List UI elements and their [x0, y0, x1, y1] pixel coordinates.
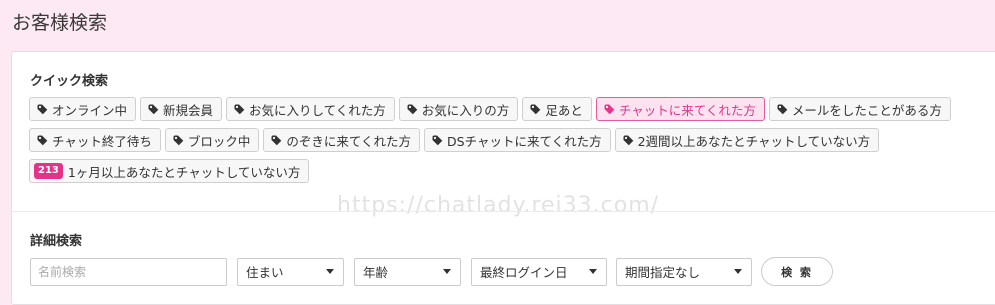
- period-select-label: 期間指定なし: [625, 265, 701, 280]
- quick-search-chip-label: お気に入りしてくれた方: [249, 102, 386, 118]
- period-select[interactable]: 期間指定なし: [616, 257, 752, 286]
- tag-icon: [432, 135, 443, 146]
- caret-down-icon: [589, 269, 597, 274]
- quick-search-chip-label: 1ヶ月以上あなたとチャットしていない方: [67, 164, 301, 180]
- age-select[interactable]: 年齢: [354, 257, 461, 286]
- tag-icon: [604, 104, 615, 115]
- tag-icon: [407, 104, 418, 115]
- quick-search-chip-label: チャット終了待ち: [52, 133, 152, 149]
- quick-search-chip[interactable]: ブロック中: [164, 128, 260, 152]
- quick-search-chip-label: のぞきに来てくれた方: [286, 133, 412, 149]
- detail-search-title: 詳細検索: [30, 234, 83, 249]
- quick-search-chip[interactable]: お気に入りの方: [398, 97, 519, 121]
- last-login-select[interactable]: 最終ログイン日: [471, 257, 607, 286]
- detail-search-form: 住まい 年齢 最終ログイン日 期間指定なし 検 索: [30, 257, 833, 286]
- tag-icon: [234, 104, 245, 115]
- quick-search-chip-label: お気に入りの方: [421, 102, 510, 118]
- tag-icon: [37, 104, 48, 115]
- quick-search-chip[interactable]: 足あと: [522, 97, 592, 121]
- quick-search-chip[interactable]: お気に入りしてくれた方: [226, 97, 395, 121]
- quick-search-chip[interactable]: 2週間以上あなたとチャットしていない方: [614, 128, 880, 152]
- search-button[interactable]: 検 索: [761, 257, 833, 286]
- quick-search-chip[interactable]: チャットに来てくれた方: [595, 97, 765, 121]
- name-search-input[interactable]: [30, 257, 227, 286]
- quick-search-chip-label: DSチャットに来てくれた方: [447, 133, 602, 149]
- quick-search-chip-label: チャットに来てくれた方: [618, 102, 756, 118]
- quick-search-chip[interactable]: DSチャットに来てくれた方: [424, 128, 611, 152]
- quick-search-chips: オンライン中 新規会員 お気に入りしてくれた方 お気に入りの方 足あと チャットに来てくれ…: [29, 97, 989, 183]
- tag-icon: [37, 135, 48, 146]
- quick-search-chip[interactable]: チャット終了待ち: [29, 128, 161, 152]
- quick-search-chip[interactable]: メールをしたことがある方: [768, 97, 951, 121]
- caret-down-icon: [326, 269, 334, 274]
- age-select-label: 年齢: [363, 265, 389, 280]
- tag-icon: [173, 135, 184, 146]
- watermark: https://chatlady.rei33.com/: [337, 193, 660, 218]
- quick-search-chip-label: 足あと: [545, 102, 583, 118]
- residence-select[interactable]: 住まい: [237, 257, 344, 286]
- residence-select-label: 住まい: [246, 265, 284, 280]
- search-card: クイック検索 オンライン中 新規会員 お気に入りしてくれた方 お気に入りの方 足あと チャ…: [11, 51, 995, 305]
- tag-icon: [623, 135, 634, 146]
- page-title: お客様検索: [12, 12, 108, 34]
- last-login-select-label: 最終ログイン日: [480, 265, 568, 280]
- quick-search-chip[interactable]: オンライン中: [29, 97, 137, 121]
- caret-down-icon: [734, 269, 742, 274]
- tag-icon: [148, 104, 159, 115]
- quick-search-chip-label: 新規会員: [163, 102, 214, 118]
- tag-icon: [271, 135, 282, 146]
- tag-icon: [530, 104, 541, 115]
- quick-search-chip-label: メールをしたことがある方: [791, 102, 942, 118]
- tag-icon: [777, 104, 788, 115]
- quick-search-chip[interactable]: 新規会員: [140, 97, 223, 121]
- quick-search-chip-with-badge[interactable]: 213 1ヶ月以上あなたとチャットしていない方: [29, 159, 310, 183]
- quick-search-chip-label: オンライン中: [52, 102, 128, 118]
- quick-search-chip[interactable]: のぞきに来てくれた方: [263, 128, 421, 152]
- quick-search-chip-label: ブロック中: [187, 133, 251, 149]
- divider: [12, 211, 995, 212]
- quick-search-title: クイック検索: [30, 74, 109, 89]
- count-badge: 213: [34, 163, 63, 179]
- caret-down-icon: [443, 269, 451, 274]
- quick-search-chip-label: 2週間以上あなたとチャットしていない方: [637, 133, 871, 149]
